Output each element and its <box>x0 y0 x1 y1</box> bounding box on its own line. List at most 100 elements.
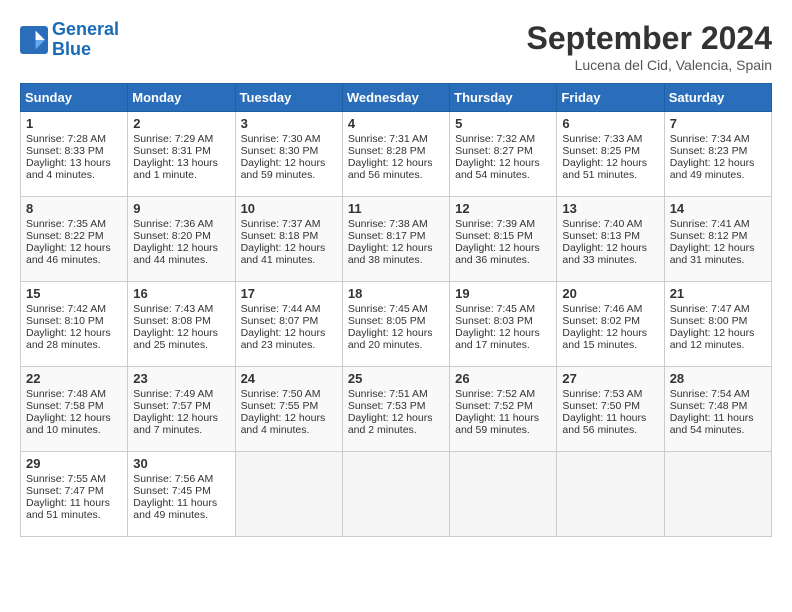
daylight-text: Daylight: 12 hours and 25 minutes. <box>133 327 218 351</box>
calendar-week-row: 8 Sunrise: 7:35 AM Sunset: 8:22 PM Dayli… <box>21 197 772 282</box>
sunrise-text: Sunrise: 7:52 AM <box>455 388 535 400</box>
col-friday: Friday <box>557 84 664 112</box>
calendar-header-row: Sunday Monday Tuesday Wednesday Thursday… <box>21 84 772 112</box>
day-number: 22 <box>26 371 122 386</box>
sunset-text: Sunset: 7:47 PM <box>26 485 104 497</box>
daylight-text: Daylight: 13 hours and 4 minutes. <box>26 157 111 181</box>
day-number: 29 <box>26 456 122 471</box>
table-row: 8 Sunrise: 7:35 AM Sunset: 8:22 PM Dayli… <box>21 197 128 282</box>
daylight-text: Daylight: 12 hours and 20 minutes. <box>348 327 433 351</box>
table-row: 7 Sunrise: 7:34 AM Sunset: 8:23 PM Dayli… <box>664 112 771 197</box>
sunset-text: Sunset: 8:08 PM <box>133 315 211 327</box>
empty-cell <box>664 452 771 537</box>
sunset-text: Sunset: 8:05 PM <box>348 315 426 327</box>
daylight-text: Daylight: 12 hours and 46 minutes. <box>26 242 111 266</box>
sunrise-text: Sunrise: 7:35 AM <box>26 218 106 230</box>
day-number: 19 <box>455 286 551 301</box>
sunset-text: Sunset: 8:23 PM <box>670 145 748 157</box>
sunrise-text: Sunrise: 7:40 AM <box>562 218 642 230</box>
sunrise-text: Sunrise: 7:51 AM <box>348 388 428 400</box>
sunrise-text: Sunrise: 7:45 AM <box>348 303 428 315</box>
sunset-text: Sunset: 7:55 PM <box>241 400 319 412</box>
sunrise-text: Sunrise: 7:33 AM <box>562 133 642 145</box>
sunset-text: Sunset: 8:30 PM <box>241 145 319 157</box>
sunrise-text: Sunrise: 7:30 AM <box>241 133 321 145</box>
col-tuesday: Tuesday <box>235 84 342 112</box>
page-header: General Blue September 2024 Lucena del C… <box>20 20 772 73</box>
daylight-text: Daylight: 12 hours and 49 minutes. <box>670 157 755 181</box>
day-number: 28 <box>670 371 766 386</box>
daylight-text: Daylight: 11 hours and 56 minutes. <box>562 412 646 436</box>
sunrise-text: Sunrise: 7:34 AM <box>670 133 750 145</box>
daylight-text: Daylight: 12 hours and 54 minutes. <box>455 157 540 181</box>
sunrise-text: Sunrise: 7:55 AM <box>26 473 106 485</box>
day-number: 14 <box>670 201 766 216</box>
daylight-text: Daylight: 13 hours and 1 minute. <box>133 157 218 181</box>
daylight-text: Daylight: 11 hours and 51 minutes. <box>26 497 110 521</box>
sunset-text: Sunset: 8:00 PM <box>670 315 748 327</box>
daylight-text: Daylight: 11 hours and 49 minutes. <box>133 497 217 521</box>
day-number: 20 <box>562 286 658 301</box>
day-number: 30 <box>133 456 229 471</box>
table-row: 12 Sunrise: 7:39 AM Sunset: 8:15 PM Dayl… <box>450 197 557 282</box>
daylight-text: Daylight: 12 hours and 51 minutes. <box>562 157 647 181</box>
table-row: 14 Sunrise: 7:41 AM Sunset: 8:12 PM Dayl… <box>664 197 771 282</box>
day-number: 13 <box>562 201 658 216</box>
month-title: September 2024 <box>527 20 772 57</box>
day-number: 7 <box>670 116 766 131</box>
sunset-text: Sunset: 8:33 PM <box>26 145 104 157</box>
table-row: 30 Sunrise: 7:56 AM Sunset: 7:45 PM Dayl… <box>128 452 235 537</box>
day-number: 18 <box>348 286 444 301</box>
table-row: 4 Sunrise: 7:31 AM Sunset: 8:28 PM Dayli… <box>342 112 449 197</box>
table-row: 26 Sunrise: 7:52 AM Sunset: 7:52 PM Dayl… <box>450 367 557 452</box>
sunset-text: Sunset: 8:02 PM <box>562 315 640 327</box>
table-row: 25 Sunrise: 7:51 AM Sunset: 7:53 PM Dayl… <box>342 367 449 452</box>
daylight-text: Daylight: 12 hours and 36 minutes. <box>455 242 540 266</box>
sunrise-text: Sunrise: 7:42 AM <box>26 303 106 315</box>
sunset-text: Sunset: 7:45 PM <box>133 485 211 497</box>
sunset-text: Sunset: 8:07 PM <box>241 315 319 327</box>
daylight-text: Daylight: 12 hours and 41 minutes. <box>241 242 326 266</box>
empty-cell <box>450 452 557 537</box>
sunset-text: Sunset: 7:52 PM <box>455 400 533 412</box>
day-number: 25 <box>348 371 444 386</box>
day-number: 27 <box>562 371 658 386</box>
sunrise-text: Sunrise: 7:53 AM <box>562 388 642 400</box>
table-row: 5 Sunrise: 7:32 AM Sunset: 8:27 PM Dayli… <box>450 112 557 197</box>
day-number: 15 <box>26 286 122 301</box>
day-number: 6 <box>562 116 658 131</box>
sunset-text: Sunset: 8:31 PM <box>133 145 211 157</box>
sunrise-text: Sunrise: 7:43 AM <box>133 303 213 315</box>
table-row: 19 Sunrise: 7:45 AM Sunset: 8:03 PM Dayl… <box>450 282 557 367</box>
daylight-text: Daylight: 12 hours and 10 minutes. <box>26 412 111 436</box>
table-row: 6 Sunrise: 7:33 AM Sunset: 8:25 PM Dayli… <box>557 112 664 197</box>
sunset-text: Sunset: 8:25 PM <box>562 145 640 157</box>
daylight-text: Daylight: 12 hours and 56 minutes. <box>348 157 433 181</box>
logo-text: General Blue <box>52 20 119 60</box>
sunrise-text: Sunrise: 7:50 AM <box>241 388 321 400</box>
day-number: 10 <box>241 201 337 216</box>
sunset-text: Sunset: 7:58 PM <box>26 400 104 412</box>
calendar-week-row: 29 Sunrise: 7:55 AM Sunset: 7:47 PM Dayl… <box>21 452 772 537</box>
day-number: 1 <box>26 116 122 131</box>
day-number: 12 <box>455 201 551 216</box>
day-number: 2 <box>133 116 229 131</box>
day-number: 8 <box>26 201 122 216</box>
sunset-text: Sunset: 8:12 PM <box>670 230 748 242</box>
sunrise-text: Sunrise: 7:31 AM <box>348 133 428 145</box>
sunrise-text: Sunrise: 7:44 AM <box>241 303 321 315</box>
table-row: 10 Sunrise: 7:37 AM Sunset: 8:18 PM Dayl… <box>235 197 342 282</box>
table-row: 11 Sunrise: 7:38 AM Sunset: 8:17 PM Dayl… <box>342 197 449 282</box>
title-area: September 2024 Lucena del Cid, Valencia,… <box>527 20 772 73</box>
sunrise-text: Sunrise: 7:54 AM <box>670 388 750 400</box>
sunrise-text: Sunrise: 7:28 AM <box>26 133 106 145</box>
sunrise-text: Sunrise: 7:37 AM <box>241 218 321 230</box>
table-row: 23 Sunrise: 7:49 AM Sunset: 7:57 PM Dayl… <box>128 367 235 452</box>
day-number: 16 <box>133 286 229 301</box>
sunset-text: Sunset: 8:13 PM <box>562 230 640 242</box>
empty-cell <box>557 452 664 537</box>
sunrise-text: Sunrise: 7:46 AM <box>562 303 642 315</box>
sunrise-text: Sunrise: 7:32 AM <box>455 133 535 145</box>
calendar-week-row: 1 Sunrise: 7:28 AM Sunset: 8:33 PM Dayli… <box>21 112 772 197</box>
sunset-text: Sunset: 8:10 PM <box>26 315 104 327</box>
